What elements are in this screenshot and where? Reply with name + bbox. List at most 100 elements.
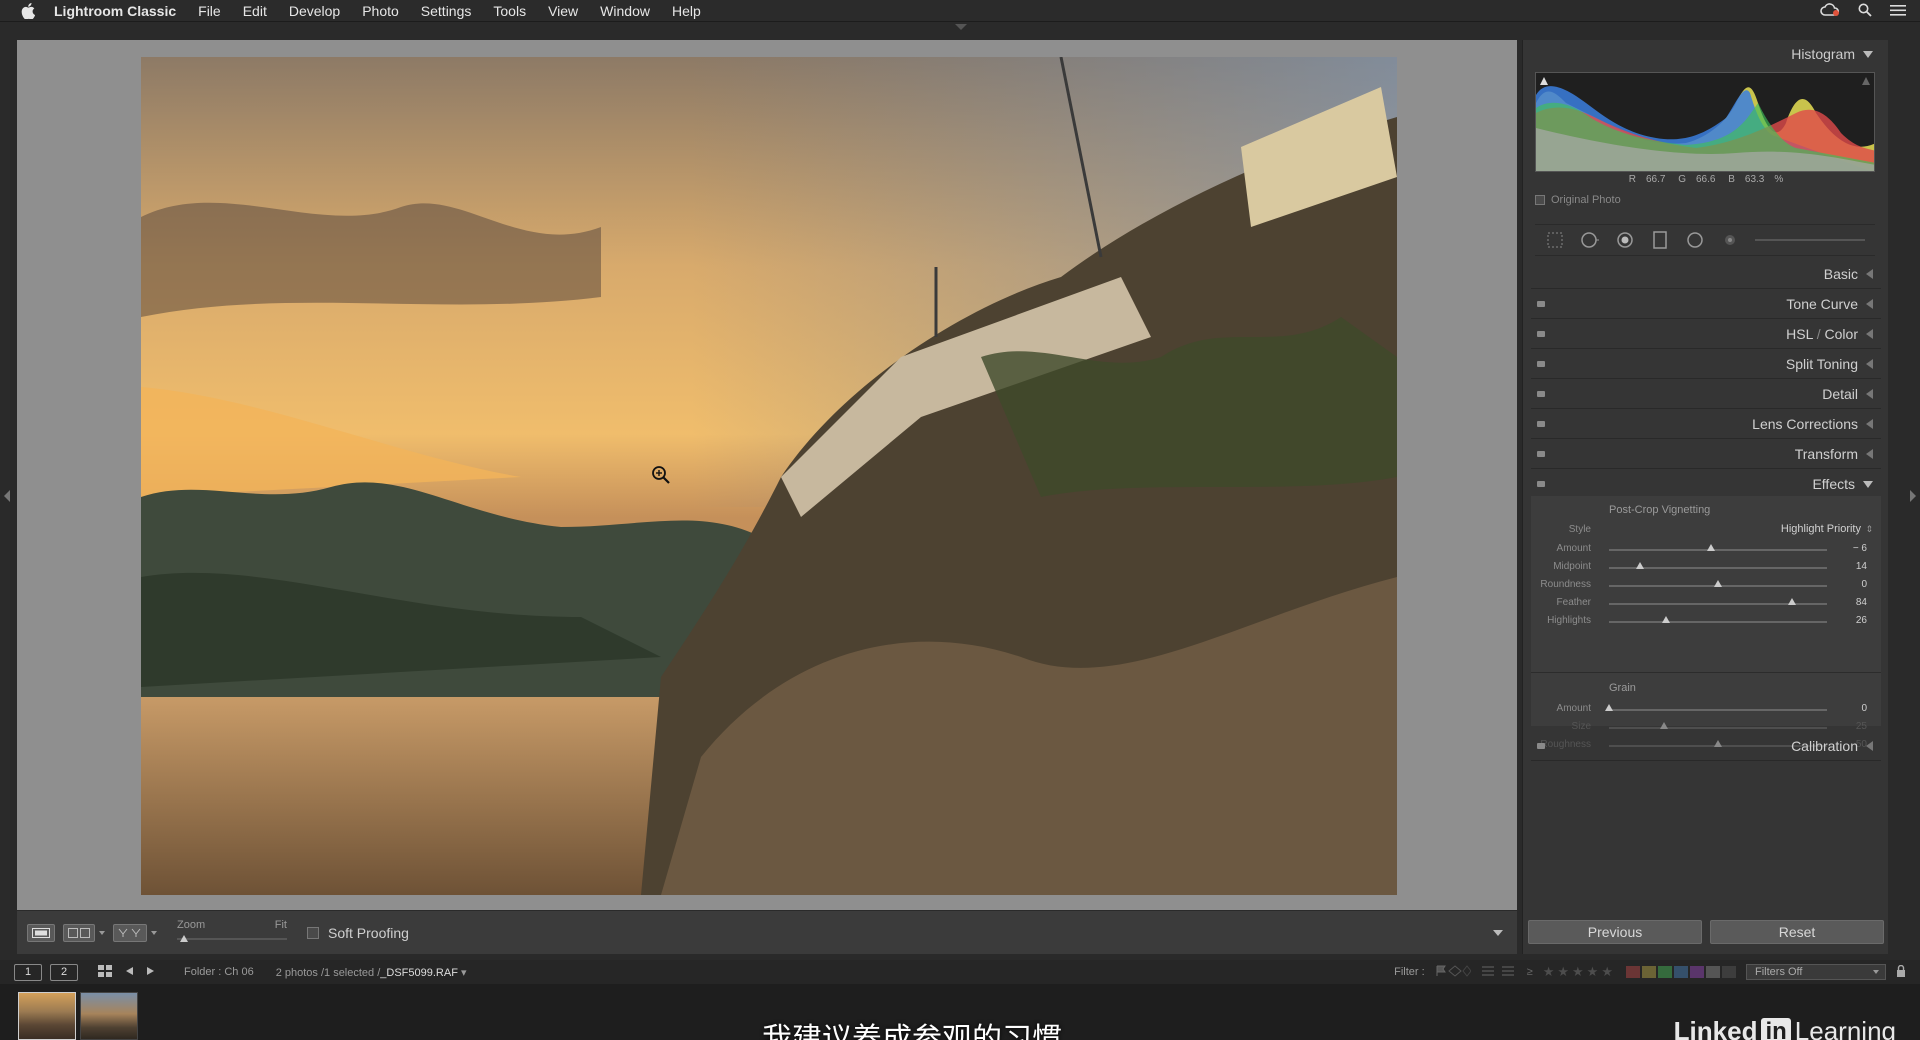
histogram-graph[interactable] (1535, 72, 1875, 172)
source-folder-label[interactable]: Folder : Ch 06 (184, 966, 254, 978)
soft-proofing-toggle[interactable]: Soft Proofing (307, 925, 409, 941)
panel-transform[interactable]: Transform (1531, 440, 1881, 469)
panel-hsl-color[interactable]: HSL / Color (1531, 320, 1881, 349)
green-label-icon[interactable] (1658, 966, 1672, 978)
panel-lens-corrections[interactable]: Lens Corrections (1531, 410, 1881, 439)
panel-switch-icon[interactable] (1537, 743, 1545, 749)
graduated-filter-tool-icon[interactable] (1650, 230, 1670, 250)
original-photo-checkbox[interactable] (1535, 195, 1545, 205)
notification-center-icon[interactable] (1890, 4, 1906, 20)
no-label-icon[interactable] (1722, 966, 1736, 978)
yellow-label-icon[interactable] (1642, 966, 1656, 978)
before-after-menu-icon[interactable] (99, 930, 105, 935)
loupe-view-button[interactable] (27, 923, 55, 942)
color-tab[interactable]: Color (1825, 326, 1858, 342)
red-eye-tool-icon[interactable] (1615, 230, 1635, 250)
tool-strip-slider[interactable] (1755, 239, 1865, 241)
secondary-display-button[interactable]: 2 (50, 963, 78, 981)
slider-handle[interactable] (1661, 616, 1670, 623)
menu-settings[interactable]: Settings (421, 3, 472, 19)
adjustment-brush-tool-icon[interactable] (1720, 230, 1740, 250)
slider-value[interactable]: 0 (1861, 703, 1867, 714)
vignette-style-select[interactable]: Highlight Priority (1781, 523, 1861, 535)
menu-help[interactable]: Help (672, 3, 701, 19)
filter-preset-select[interactable]: Filters Off (1746, 964, 1886, 980)
panel-switch-icon[interactable] (1537, 481, 1545, 487)
blue-label-icon[interactable] (1674, 966, 1688, 978)
slider-value[interactable]: 26 (1856, 615, 1867, 626)
menu-tools[interactable]: Tools (493, 3, 526, 19)
previous-button[interactable]: Previous (1528, 920, 1702, 944)
menu-file[interactable]: File (198, 3, 221, 19)
custom-label-icon[interactable] (1706, 966, 1720, 978)
panel-basic[interactable]: Basic (1531, 260, 1881, 289)
hsl-tab[interactable]: HSL (1786, 326, 1813, 342)
primary-display-button[interactable]: 1 (14, 963, 42, 981)
slider-value[interactable]: 14 (1856, 561, 1867, 572)
slider-handle[interactable] (1788, 598, 1797, 605)
spotlight-search-icon[interactable] (1858, 3, 1872, 20)
selection-info[interactable]: 2 photos /1 selected /_DSF5099.RAF ▾ (276, 966, 467, 979)
slider-handle[interactable] (1605, 704, 1613, 711)
slider-handle[interactable] (1659, 722, 1668, 729)
slider-track[interactable] (1609, 621, 1827, 623)
radial-filter-tool-icon[interactable] (1685, 230, 1705, 250)
panel-switch-icon[interactable] (1537, 301, 1545, 307)
zoom-fit-label[interactable]: Fit (275, 919, 287, 931)
menu-edit[interactable]: Edit (243, 3, 267, 19)
color-label-filter[interactable] (1626, 966, 1736, 978)
right-panel-toggle-icon[interactable] (1910, 490, 1916, 502)
crop-tool-icon[interactable] (1545, 230, 1565, 250)
edit-status-filter-icon[interactable] (1481, 965, 1517, 980)
slider-value[interactable]: − 6 (1853, 543, 1867, 554)
menu-develop[interactable]: Develop (289, 3, 340, 19)
copy-settings-button[interactable] (113, 923, 147, 942)
slider-handle[interactable] (1707, 544, 1716, 551)
go-back-icon[interactable] (124, 965, 134, 979)
panel-switch-icon[interactable] (1537, 391, 1545, 397)
slider-handle[interactable] (1714, 580, 1722, 587)
filmstrip-thumbnail[interactable] (80, 992, 138, 1040)
highlight-clipping-icon[interactable] (1861, 76, 1871, 86)
menu-window[interactable]: Window (600, 3, 650, 19)
menu-photo[interactable]: Photo (362, 3, 399, 19)
rating-comparator-icon[interactable]: ≥ (1527, 966, 1533, 978)
panel-effects[interactable]: Effects (1531, 470, 1881, 499)
slider-handle[interactable] (1635, 562, 1644, 569)
spot-removal-tool-icon[interactable] (1580, 230, 1600, 250)
creative-cloud-icon[interactable] (1820, 3, 1840, 20)
filter-lock-icon[interactable] (1896, 964, 1906, 980)
original-photo-toggle[interactable]: Original Photo (1535, 194, 1621, 206)
panel-switch-icon[interactable] (1537, 361, 1545, 367)
before-after-button[interactable] (63, 923, 95, 942)
slider-track[interactable] (1609, 549, 1827, 551)
panel-split-toning[interactable]: Split Toning (1531, 350, 1881, 379)
panel-detail[interactable]: Detail (1531, 380, 1881, 409)
shadow-clipping-icon[interactable] (1539, 76, 1549, 86)
slider-value[interactable]: 84 (1856, 597, 1867, 608)
apple-icon[interactable] (18, 2, 38, 19)
left-panel-toggle-icon[interactable] (4, 490, 10, 502)
reset-button[interactable]: Reset (1710, 920, 1884, 944)
slider-value[interactable]: 0 (1861, 579, 1867, 590)
go-forward-icon[interactable] (146, 965, 156, 979)
photo-preview[interactable] (141, 57, 1397, 895)
rating-filter-stars[interactable]: ★★★★★ (1543, 964, 1616, 980)
panel-calibration[interactable]: Calibration (1531, 732, 1881, 761)
flag-filter-icon[interactable] (1435, 964, 1472, 980)
copy-settings-menu-icon[interactable] (151, 930, 157, 935)
grid-view-icon[interactable] (98, 964, 112, 980)
menu-view[interactable]: View (548, 3, 578, 19)
slider-track[interactable] (1609, 709, 1827, 711)
panel-switch-icon[interactable] (1537, 331, 1545, 337)
top-panel-toggle-icon[interactable] (955, 24, 967, 30)
slider-value[interactable]: 25 (1856, 721, 1867, 732)
red-label-icon[interactable] (1626, 966, 1640, 978)
purple-label-icon[interactable] (1690, 966, 1704, 978)
zoom-slider-track[interactable] (177, 937, 287, 940)
slider-track[interactable] (1609, 727, 1827, 729)
panel-switch-icon[interactable] (1537, 421, 1545, 427)
toolbar-content-menu-icon[interactable] (1493, 930, 1503, 936)
histogram-header[interactable]: Histogram (1523, 40, 1889, 68)
zoom-slider-handle[interactable] (180, 934, 188, 942)
